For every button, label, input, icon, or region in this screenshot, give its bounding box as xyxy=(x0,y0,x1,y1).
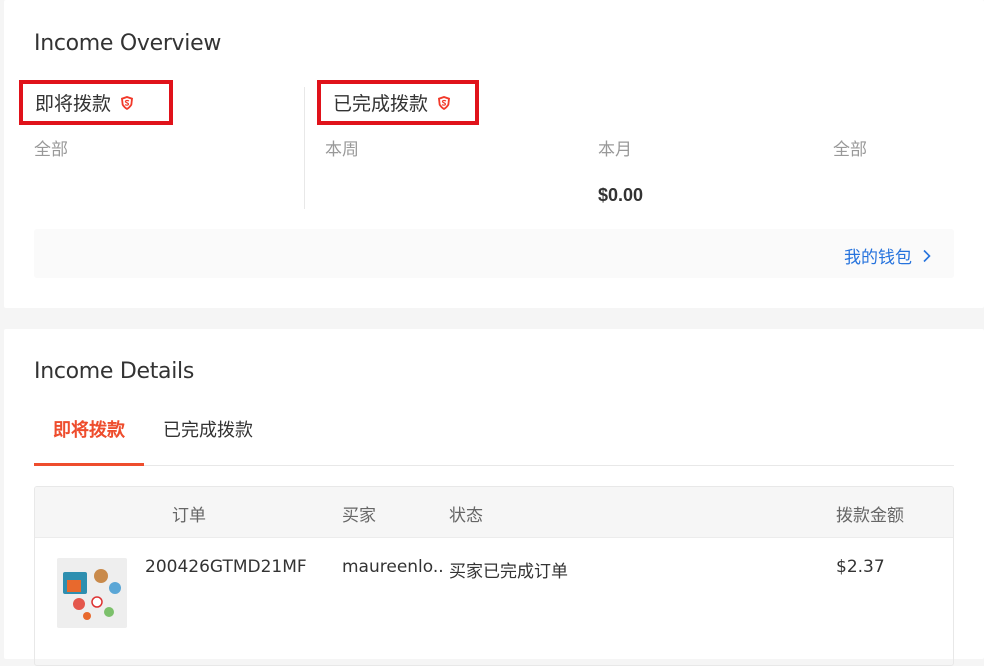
income-overview-title: Income Overview xyxy=(34,31,222,56)
my-wallet-link[interactable]: 我的钱包 xyxy=(844,243,932,268)
row-order-id[interactable]: 200426GTMD21MF xyxy=(145,557,307,577)
column-order: 订单 xyxy=(172,506,206,526)
completed-payout-label: 已完成拨款 xyxy=(333,93,429,115)
column-buyer: 买家 xyxy=(342,506,376,526)
completed-period-month: 本月 xyxy=(598,140,632,160)
column-payout-amount: 拨款金额 xyxy=(836,506,904,526)
upcoming-payout-label: 即将拨款 xyxy=(35,93,112,115)
shield-icon xyxy=(438,95,451,110)
row-status: 买家已完成订单 xyxy=(449,562,568,582)
shield-icon xyxy=(121,95,134,110)
completed-month-amount: $0.00 xyxy=(598,185,644,205)
completed-period-all: 全部 xyxy=(833,140,867,160)
tab-upcoming-payout[interactable]: 即将拨款 xyxy=(34,409,144,466)
row-buyer: maureenlo... xyxy=(342,557,442,577)
completed-period-week: 本周 xyxy=(325,140,359,160)
upcoming-period-all: 全部 xyxy=(34,140,68,160)
income-details-title: Income Details xyxy=(34,359,195,384)
income-table: 订单 买家 状态 拨款金额 200426GTMD21MF maureenlo..… xyxy=(34,486,954,666)
tab-completed-payout[interactable]: 已完成拨款 xyxy=(144,409,272,466)
product-thumbnail-image xyxy=(57,558,127,628)
row-payout-amount: $2.37 xyxy=(836,557,885,577)
product-thumbnail[interactable] xyxy=(57,558,127,628)
column-status: 状态 xyxy=(449,506,483,526)
upcoming-payout-header: 即将拨款 xyxy=(19,80,173,125)
completed-payout-header: 已完成拨款 xyxy=(317,80,479,125)
income-details-tabs: 即将拨款 已完成拨款 xyxy=(34,409,954,466)
my-wallet-label: 我的钱包 xyxy=(844,248,912,268)
chevron-right-icon xyxy=(923,249,931,262)
overview-divider xyxy=(304,87,305,209)
income-details-card: Income Details 即将拨款 已完成拨款 订单 买家 状态 拨款金额 xyxy=(4,329,984,666)
income-overview-card: Income Overview 即将拨款 已完成拨款 全部 本周 本月 全部 $… xyxy=(4,0,984,308)
table-header: 订单 买家 状态 拨款金额 xyxy=(35,487,953,538)
wallet-bar: 我的钱包 xyxy=(34,229,954,278)
